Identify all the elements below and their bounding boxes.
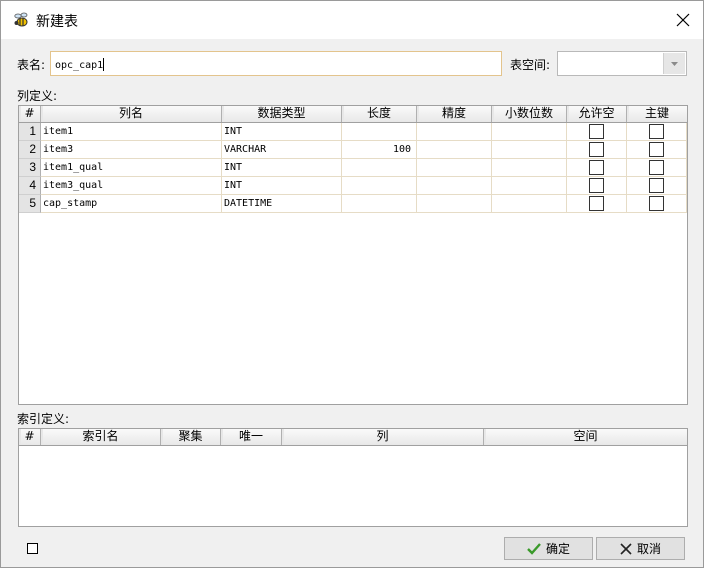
data-type-cell[interactable]: INT: [222, 123, 342, 141]
row-number: 5: [19, 195, 41, 213]
ok-button-label: 确定: [545, 542, 570, 556]
chevron-down-icon: [671, 61, 678, 66]
text-caret: [103, 58, 105, 71]
nullable-checkbox[interactable]: [588, 178, 604, 193]
close-icon: [676, 13, 690, 27]
column-name-cell[interactable]: item1_qual: [41, 159, 222, 177]
idx-header-columns[interactable]: 列: [282, 429, 484, 445]
nullable-checkbox[interactable]: [588, 196, 604, 211]
row-number: 3: [19, 159, 41, 177]
row-number: 4: [19, 177, 41, 195]
scale-cell[interactable]: [492, 159, 567, 177]
new-table-dialog: 新建表 表名: opc_cap1 表空间: 列定义: # 列名 数据类型 长度 …: [0, 0, 704, 568]
table-name-input[interactable]: opc_cap1: [50, 51, 502, 76]
table-row[interactable]: 2 item3 VARCHAR 100: [19, 141, 687, 159]
primary-key-checkbox[interactable]: [648, 160, 664, 175]
col-header-type[interactable]: 数据类型: [222, 106, 342, 122]
index-section-label: 索引定义:: [17, 412, 70, 426]
col-header-length[interactable]: 长度: [342, 106, 417, 122]
row-number: 2: [19, 141, 41, 159]
length-cell[interactable]: [342, 177, 417, 195]
primary-key-checkbox[interactable]: [648, 142, 664, 157]
primary-key-cell[interactable]: [627, 177, 687, 195]
idx-header-clustered[interactable]: 聚集: [161, 429, 221, 445]
primary-key-cell[interactable]: [627, 195, 687, 213]
columns-grid[interactable]: # 列名 数据类型 长度 精度 小数位数 允许空 主键 1 item1 INT 2 it…: [18, 105, 688, 405]
idx-header-space[interactable]: 空间: [484, 429, 687, 445]
column-name-cell[interactable]: item1: [41, 123, 222, 141]
check-icon: [527, 542, 541, 555]
col-header-name[interactable]: 列名: [41, 106, 222, 122]
scale-cell[interactable]: [492, 141, 567, 159]
idx-header-name[interactable]: 索引名: [41, 429, 161, 445]
data-type-cell[interactable]: INT: [222, 159, 342, 177]
data-type-cell[interactable]: VARCHAR: [222, 141, 342, 159]
precision-cell[interactable]: [417, 123, 492, 141]
data-type-cell[interactable]: DATETIME: [222, 195, 342, 213]
nullable-cell[interactable]: [567, 177, 627, 195]
primary-key-cell[interactable]: [627, 123, 687, 141]
scale-cell[interactable]: [492, 177, 567, 195]
tablespace-dropdown-button[interactable]: [663, 53, 685, 74]
table-row[interactable]: 5 cap_stamp DATETIME: [19, 195, 687, 213]
index-grid[interactable]: # 索引名 聚集 唯一 列 空间: [18, 428, 688, 527]
columns-section-label: 列定义:: [17, 89, 58, 103]
column-name-cell[interactable]: item3_qual: [41, 177, 222, 195]
table-row[interactable]: 4 item3_qual INT: [19, 177, 687, 195]
table-row[interactable]: 3 item1_qual INT: [19, 159, 687, 177]
cancel-button-label: 取消: [636, 542, 661, 556]
option-checkbox[interactable]: [27, 543, 38, 554]
table-name-label: 表名:: [17, 58, 46, 72]
col-header-index[interactable]: #: [19, 106, 41, 122]
title-bar: 新建表: [1, 1, 703, 39]
nullable-cell[interactable]: [567, 195, 627, 213]
data-type-cell[interactable]: INT: [222, 177, 342, 195]
cancel-button[interactable]: 取消: [596, 537, 685, 560]
ok-button[interactable]: 确定: [504, 537, 593, 560]
idx-header-unique[interactable]: 唯一: [221, 429, 282, 445]
nullable-checkbox[interactable]: [588, 124, 604, 139]
row-number: 1: [19, 123, 41, 141]
close-button[interactable]: [669, 7, 697, 33]
primary-key-checkbox[interactable]: [648, 178, 664, 193]
precision-cell[interactable]: [417, 159, 492, 177]
length-cell[interactable]: 100: [342, 141, 417, 159]
length-cell[interactable]: [342, 195, 417, 213]
cancel-x-icon: [620, 542, 632, 555]
nullable-checkbox[interactable]: [588, 142, 604, 157]
precision-cell[interactable]: [417, 141, 492, 159]
table-name-value: opc_cap1: [55, 60, 104, 71]
nullable-checkbox[interactable]: [588, 160, 604, 175]
idx-header-index[interactable]: #: [19, 429, 41, 445]
nullable-cell[interactable]: [567, 123, 627, 141]
primary-key-checkbox[interactable]: [648, 124, 664, 139]
length-cell[interactable]: [342, 123, 417, 141]
columns-grid-header: # 列名 数据类型 长度 精度 小数位数 允许空 主键: [19, 106, 687, 123]
nullable-cell[interactable]: [567, 141, 627, 159]
tablespace-select[interactable]: [557, 51, 687, 76]
primary-key-checkbox[interactable]: [648, 196, 664, 211]
length-cell[interactable]: [342, 159, 417, 177]
column-name-cell[interactable]: cap_stamp: [41, 195, 222, 213]
primary-key-cell[interactable]: [627, 159, 687, 177]
scale-cell[interactable]: [492, 195, 567, 213]
primary-key-cell[interactable]: [627, 141, 687, 159]
bee-app-icon: [14, 12, 28, 27]
table-row[interactable]: 1 item1 INT: [19, 123, 687, 141]
index-grid-header: # 索引名 聚集 唯一 列 空间: [19, 429, 687, 446]
column-name-cell[interactable]: item3: [41, 141, 222, 159]
scale-cell[interactable]: [492, 123, 567, 141]
tablespace-label: 表空间:: [510, 58, 551, 72]
col-header-precision[interactable]: 精度: [417, 106, 492, 122]
nullable-cell[interactable]: [567, 159, 627, 177]
precision-cell[interactable]: [417, 195, 492, 213]
col-header-nullable[interactable]: 允许空: [567, 106, 627, 122]
precision-cell[interactable]: [417, 177, 492, 195]
col-header-scale[interactable]: 小数位数: [492, 106, 567, 122]
col-header-primary-key[interactable]: 主键: [627, 106, 687, 122]
window-title: 新建表: [36, 14, 78, 30]
